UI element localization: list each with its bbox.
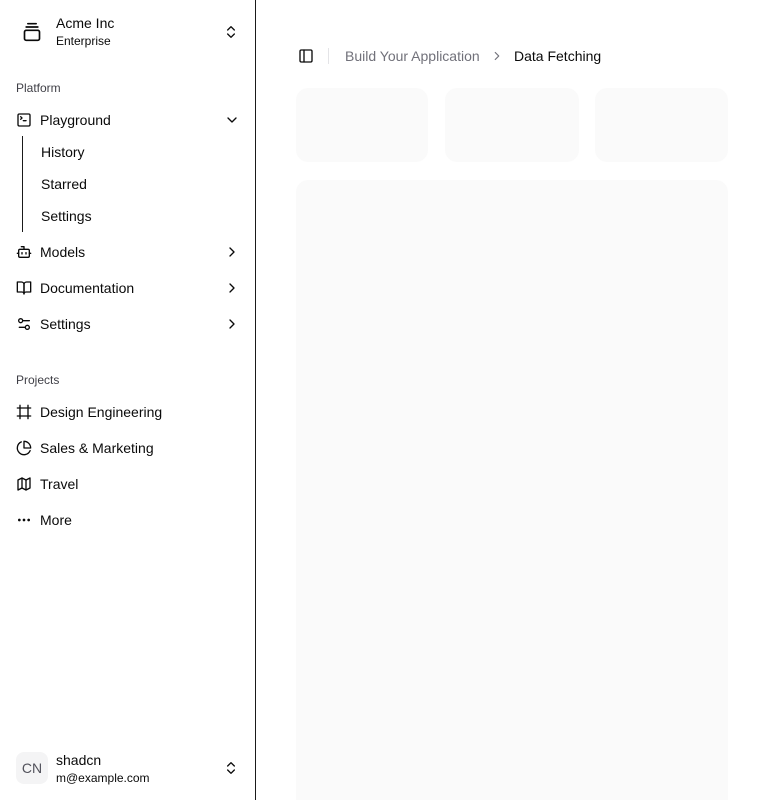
- chevron-right-icon: [490, 48, 504, 64]
- group-label-projects: Projects: [16, 373, 60, 387]
- submenu-item-settings[interactable]: Settings: [33, 202, 239, 230]
- team-plan: Enterprise: [56, 34, 111, 48]
- sidebar: Acme Inc Enterprise Platform Playground …: [0, 0, 256, 800]
- chevrons-up-down-icon: [223, 760, 239, 776]
- project-item-label: More: [40, 512, 72, 528]
- submenu-item-starred[interactable]: Starred: [33, 170, 239, 198]
- project-item-label: Sales & Marketing: [40, 440, 154, 456]
- settings-2-icon: [16, 316, 32, 332]
- submenu-item-label: Settings: [41, 208, 92, 224]
- bot-icon: [16, 244, 32, 260]
- chevron-right-icon: [224, 244, 240, 260]
- user-menu[interactable]: CN shadcn m@example.com: [8, 744, 248, 792]
- sidebar-item-label: Models: [40, 244, 86, 260]
- user-name: shadcn: [56, 752, 102, 768]
- breadcrumb-link[interactable]: Build Your Application: [345, 48, 480, 64]
- group-label-platform: Platform: [16, 81, 61, 95]
- breadcrumb-current-page: Data Fetching: [514, 48, 602, 64]
- gallery-vertical-end-icon: [22, 22, 42, 42]
- pie-chart-icon: [16, 440, 32, 456]
- frame-icon: [16, 404, 32, 420]
- project-item-label: Travel: [40, 476, 79, 492]
- skeleton-card: [445, 88, 579, 162]
- sidebar-item-label: Documentation: [40, 280, 135, 296]
- header-separator: [328, 48, 329, 64]
- user-email: m@example.com: [56, 771, 150, 785]
- project-item-sales-marketing[interactable]: Sales & Marketing: [8, 432, 248, 464]
- project-item-label: Design Engineering: [40, 404, 163, 420]
- skeleton-panel: [296, 180, 728, 800]
- panel-left-icon: [299, 49, 313, 63]
- project-item-design-engineering[interactable]: Design Engineering: [8, 396, 248, 428]
- sidebar-item-label: Playground: [40, 112, 111, 128]
- terminal-square-icon: [16, 112, 32, 128]
- avatar: CN: [16, 752, 48, 784]
- submenu-item-label: History: [41, 144, 85, 160]
- sidebar-item-models[interactable]: Models: [8, 236, 248, 268]
- team-name: Acme Inc: [56, 15, 115, 31]
- team-switcher[interactable]: Acme Inc Enterprise: [8, 8, 248, 56]
- sidebar-item-settings[interactable]: Settings: [8, 308, 248, 340]
- chevrons-up-down-icon: [223, 24, 239, 40]
- submenu-item-label: Starred: [41, 176, 87, 192]
- submenu-item-history[interactable]: History: [33, 138, 239, 166]
- chevron-right-icon: [224, 316, 240, 332]
- sidebar-toggle-button[interactable]: [292, 40, 320, 72]
- chevron-right-icon: [224, 280, 240, 296]
- main-content: Build Your Application Data Fetching: [256, 0, 768, 800]
- skeleton-card: [296, 88, 428, 162]
- project-item-travel[interactable]: Travel: [8, 468, 248, 500]
- more-horizontal-icon: [16, 512, 32, 528]
- sidebar-item-label: Settings: [40, 316, 91, 332]
- project-item-more[interactable]: More: [8, 504, 248, 536]
- chevron-down-icon: [224, 112, 240, 128]
- submenu-rail: [22, 136, 23, 232]
- sidebar-item-playground[interactable]: Playground: [8, 104, 248, 136]
- skeleton-card: [595, 88, 728, 162]
- map-icon: [16, 476, 32, 492]
- book-open-icon: [16, 280, 32, 296]
- sidebar-item-documentation[interactable]: Documentation: [8, 272, 248, 304]
